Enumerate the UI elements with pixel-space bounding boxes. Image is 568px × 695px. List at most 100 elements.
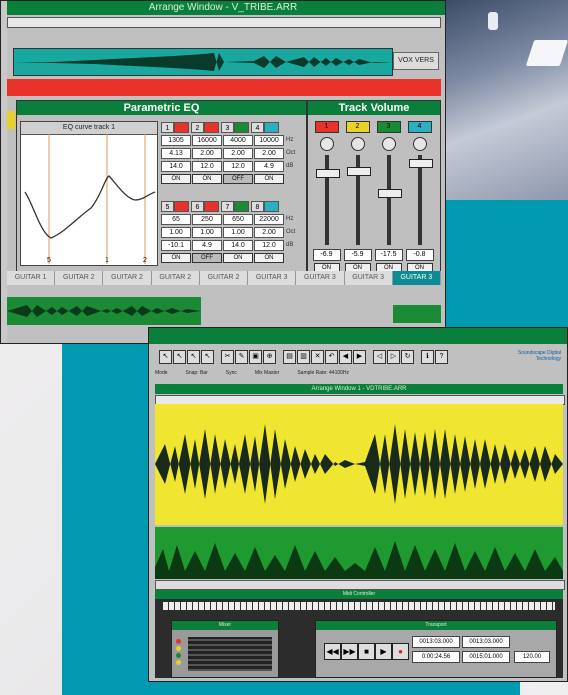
paste-tool-icon[interactable]: ▥ — [297, 350, 310, 364]
band-6-gain[interactable]: 4.9 — [192, 239, 222, 251]
channel-2-value[interactable]: -5.9 — [343, 249, 372, 261]
band-4-gain[interactable]: 4.9 — [254, 160, 284, 172]
band-1-freq[interactable]: 1305 — [161, 134, 191, 146]
channel-3-value[interactable]: -17.5 — [374, 249, 403, 261]
stop-button[interactable]: ■ — [358, 643, 375, 660]
band-1-toggle[interactable]: ON — [161, 174, 191, 184]
band-4-toggle[interactable]: ON — [254, 174, 284, 184]
counter-time[interactable]: 0:00:24.56 — [412, 651, 460, 663]
band-5-freq[interactable]: 65 — [161, 213, 191, 225]
channel-4-pan-knob[interactable] — [412, 137, 427, 151]
delete-tool-icon[interactable]: ✕ — [311, 350, 324, 364]
band-4-freq[interactable]: 10000 — [254, 134, 284, 146]
channel-4-fader-cap[interactable] — [408, 159, 433, 168]
cursor-tool-icon[interactable]: ↖ — [201, 350, 214, 364]
channel-2-fader[interactable] — [346, 155, 371, 245]
counter-end[interactable]: 0013:03.000 — [462, 636, 510, 648]
band-1-gain[interactable]: 14.0 — [161, 160, 191, 172]
guitar-region[interactable]: GUITAR 2 — [151, 271, 200, 285]
select-tool-icon[interactable]: ↖ — [173, 350, 186, 364]
play-left-icon[interactable]: ◀ — [339, 350, 352, 364]
band-5-gain[interactable]: -10.1 — [161, 239, 191, 251]
band-8-freq[interactable]: 22000 — [254, 213, 284, 225]
band-2-bw[interactable]: 2.00 — [192, 147, 222, 159]
status-mix[interactable]: Mix Master — [255, 370, 279, 380]
band-7-toggle[interactable]: ON — [223, 253, 253, 263]
nudge-right-icon[interactable]: ▷ — [387, 350, 400, 364]
nudge-left-icon[interactable]: ◁ — [373, 350, 386, 364]
green-audio-region-2[interactable] — [393, 305, 441, 323]
piano-keyboard[interactable] — [163, 602, 555, 610]
band-7-gain[interactable]: 14.0 — [223, 239, 253, 251]
channel-3-pan-knob[interactable] — [381, 137, 396, 151]
yellow-audio-region[interactable] — [155, 404, 563, 525]
band-5-toggle[interactable]: ON — [161, 253, 191, 263]
band-5-bw[interactable]: 1.00 — [161, 226, 191, 238]
band-8-bw[interactable]: 2.00 — [254, 226, 284, 238]
channel-1-value[interactable]: -6.9 — [312, 249, 341, 261]
help-tool-icon[interactable]: ? — [435, 350, 448, 364]
band-4-bw[interactable]: 2.00 — [254, 147, 284, 159]
band-6-toggle[interactable]: OFF — [192, 253, 222, 263]
cut-tool-icon[interactable]: ✂ — [221, 350, 234, 364]
arrow-tool-icon[interactable]: ↖ — [159, 350, 172, 364]
record-button[interactable]: ● — [392, 643, 409, 660]
channel-4-fader[interactable] — [408, 155, 433, 245]
fast-forward-button[interactable]: ▶▶ — [341, 643, 358, 660]
pointer-tool-icon[interactable]: ↖ — [187, 350, 200, 364]
undo-tool-icon[interactable]: ↶ — [325, 350, 338, 364]
band-1-bw[interactable]: 4.13 — [161, 147, 191, 159]
band-6-freq[interactable]: 250 — [192, 213, 222, 225]
guitar-region[interactable]: GUITAR 2 — [199, 271, 249, 285]
status-snap[interactable]: Snap: Bar — [186, 370, 208, 380]
guitar-region-selected[interactable]: GUITAR 3 — [392, 271, 441, 285]
band-7-bw[interactable]: 1.00 — [223, 226, 253, 238]
green-audio-region-3[interactable] — [155, 527, 563, 579]
play-right-icon[interactable]: ▶ — [353, 350, 366, 364]
loop-tool-icon[interactable]: ↻ — [401, 350, 414, 364]
copy-tool-icon[interactable]: ▤ — [283, 350, 296, 364]
band-2-freq[interactable]: 16000 — [192, 134, 222, 146]
band-2-toggle[interactable]: ON — [192, 174, 222, 184]
channel-4-value[interactable]: -0.8 — [405, 249, 434, 261]
guitar-region[interactable]: GUITAR 3 — [248, 271, 297, 285]
channel-1-fader[interactable] — [315, 155, 340, 245]
tempo-display[interactable]: 120.00 — [514, 651, 550, 663]
band-6-bw[interactable]: 1.00 — [192, 226, 222, 238]
guitar-region[interactable]: GUITAR 3 — [344, 271, 393, 285]
edit-tool-icon[interactable]: ✎ — [235, 350, 248, 364]
band-8-gain[interactable]: 12.0 — [254, 239, 284, 251]
zoom-tool-icon[interactable]: ⊕ — [263, 350, 276, 364]
horizontal-scrollbar[interactable] — [155, 580, 565, 590]
band-3-toggle[interactable]: OFF — [223, 174, 253, 184]
info-tool-icon[interactable]: ℹ — [421, 350, 434, 364]
channel-1-pan-knob[interactable] — [319, 137, 334, 151]
green-audio-region[interactable] — [7, 297, 201, 325]
red-track-bar[interactable] — [7, 79, 441, 96]
rewind-button[interactable]: ◀◀ — [324, 643, 341, 660]
channel-1-fader-cap[interactable] — [315, 169, 340, 178]
guitar-region[interactable]: GUITAR 2 — [55, 271, 104, 285]
counter-start[interactable]: 0013:03.000 — [412, 636, 460, 648]
band-8-toggle[interactable]: ON — [254, 253, 284, 263]
guitar-region[interactable]: GUITAR 3 — [296, 271, 345, 285]
channel-3-fader-cap[interactable] — [377, 189, 402, 198]
glue-tool-icon[interactable]: ▣ — [249, 350, 262, 364]
band-3-bw[interactable]: 2.00 — [223, 147, 253, 159]
guitar-region[interactable]: GUITAR 2 — [103, 271, 152, 285]
eq-curve-display[interactable]: EQ curve track 1 5 1 2 — [20, 121, 158, 266]
bw-row-top: 4.13 2.00 2.00 2.00 Oct — [161, 147, 301, 159]
band-3-freq[interactable]: 4000 — [223, 134, 253, 146]
vocal-track-region[interactable] — [13, 48, 393, 76]
guitar-region[interactable]: GUITAR 1 — [7, 271, 56, 285]
status-sync[interactable]: Sync — [226, 370, 237, 380]
counter-bar[interactable]: 0015:01.000 — [462, 651, 510, 663]
timeline-ruler[interactable] — [7, 17, 441, 28]
band-2-gain[interactable]: 12.0 — [192, 160, 222, 172]
channel-2-pan-knob[interactable] — [350, 137, 365, 151]
channel-2-fader-cap[interactable] — [346, 167, 371, 176]
band-3-gain[interactable]: 12.0 — [223, 160, 253, 172]
band-7-freq[interactable]: 650 — [223, 213, 253, 225]
play-button[interactable]: ▶ — [375, 643, 392, 660]
channel-3-fader[interactable] — [377, 155, 402, 245]
